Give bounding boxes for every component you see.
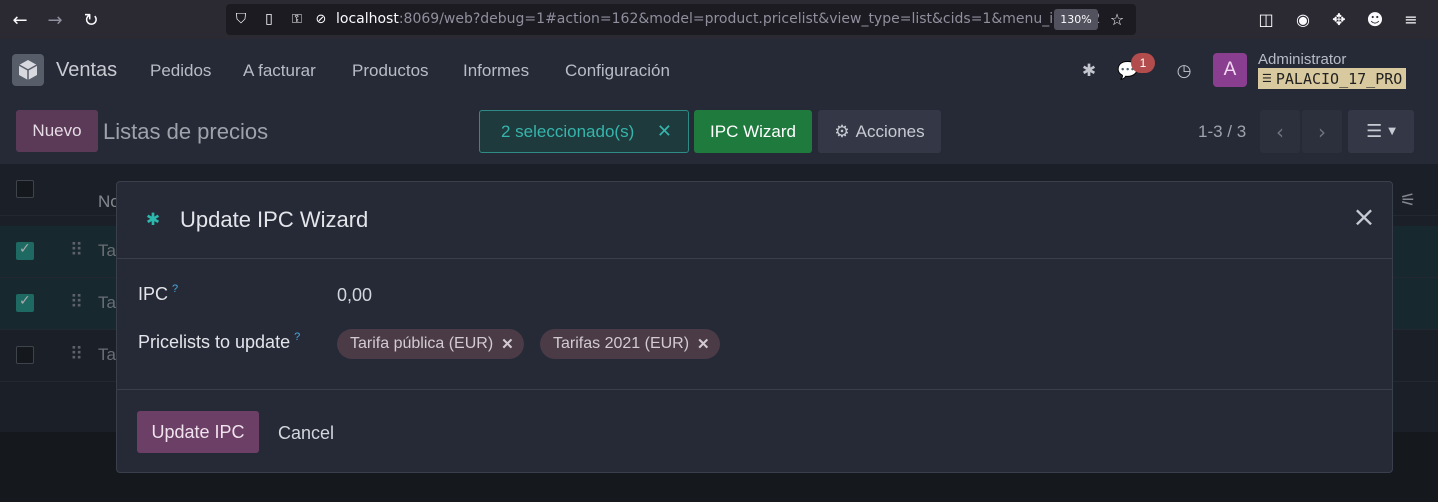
browser-toolbar: ← → ↻ ⛉ ▯ ⚿ ⊘ localhost:8069/web?debug=1… [0, 0, 1438, 39]
menu-a-facturar[interactable]: A facturar [243, 61, 316, 81]
permissions-icon[interactable]: ⚿ [286, 8, 308, 30]
selection-label: 2 seleccionado(s) [501, 121, 635, 141]
ipc-field-label: IPC? [138, 283, 178, 305]
pocket-icon[interactable]: ◫ [1255, 8, 1277, 30]
update-ipc-dialog: ✱ Update IPC Wizard × IPC? 0,00 Pricelis… [116, 181, 1393, 473]
bookmark-star-icon[interactable]: ☆ [1106, 8, 1128, 30]
sales-app-icon[interactable] [12, 54, 44, 86]
pager-previous-icon[interactable]: ‹ [1260, 110, 1300, 153]
gear-icon: ⚙ [834, 121, 850, 141]
page-icon[interactable]: ▯ [258, 8, 280, 30]
tag-label: Tarifa pública (EUR) [350, 335, 494, 352]
extensions-icon[interactable]: ✥ [1328, 8, 1350, 30]
pricelists-field-label: Pricelists to update? [138, 331, 300, 353]
odoo-navbar: Ventas Pedidos A facturar Productos Info… [0, 39, 1438, 102]
new-button[interactable]: Nuevo [16, 110, 98, 152]
menu-informes[interactable]: Informes [463, 61, 529, 81]
shield-icon[interactable]: ⛉ [230, 8, 252, 30]
dialog-header: ✱ Update IPC Wizard × [117, 182, 1392, 259]
cancel-button[interactable]: Cancel [278, 423, 334, 444]
reload-icon[interactable]: ↻ [79, 8, 103, 32]
dropdown-caret-icon: ▼ [1388, 126, 1396, 137]
user-avatar[interactable]: A [1213, 53, 1247, 87]
tracking-icon[interactable]: ⊘ [310, 8, 332, 30]
pricelists-label-text: Pricelists to update [138, 332, 291, 352]
help-tooltip-icon[interactable]: ? [172, 283, 178, 295]
pricelist-tag: Tarifa pública (EUR) ✕ [337, 329, 524, 359]
tag-label: Tarifas 2021 (EUR) [553, 335, 690, 352]
zoom-level-badge[interactable]: 130% [1054, 9, 1098, 30]
database-icon: ☰ [1262, 72, 1272, 85]
remove-tag-icon[interactable]: ✕ [697, 335, 710, 353]
user-name[interactable]: Administrator [1258, 51, 1346, 68]
address-bar[interactable]: ⛉ ▯ ⚿ ⊘ localhost:8069/web?debug=1#actio… [226, 4, 1136, 35]
app-name[interactable]: Ventas [56, 59, 117, 82]
actions-button[interactable]: ⚙ Acciones [818, 110, 941, 153]
menu-productos[interactable]: Productos [352, 61, 429, 81]
forward-arrow-icon[interactable]: → [43, 8, 67, 32]
ipc-value-input[interactable]: 0,00 [337, 285, 372, 306]
url-path: :8069/web?debug=1#action=162&model=produ… [398, 11, 1101, 27]
url-text: localhost:8069/web?debug=1#action=162&mo… [336, 11, 1100, 27]
ipc-wizard-button[interactable]: IPC Wizard [694, 110, 812, 153]
control-panel: Nuevo Listas de precios 2 seleccionado(s… [0, 102, 1438, 164]
ipc-label-text: IPC [138, 284, 169, 304]
menu-configuracion[interactable]: Configuración [565, 61, 670, 81]
dialog-title: Update IPC Wizard [180, 207, 369, 232]
selection-badge[interactable]: 2 seleccionado(s) ✕ [479, 110, 689, 153]
pricelist-tag: Tarifas 2021 (EUR) ✕ [540, 329, 720, 359]
menu-pedidos[interactable]: Pedidos [150, 61, 211, 81]
url-host: localhost [336, 11, 399, 27]
page-title: Listas de precios [103, 119, 269, 144]
database-badge: ☰ PALACIO_17_PRO [1258, 68, 1407, 89]
debug-bug-icon[interactable]: ✱ [1077, 59, 1101, 83]
back-arrow-icon[interactable]: ← [8, 8, 32, 32]
help-tooltip-icon[interactable]: ? [294, 331, 300, 343]
view-switcher[interactable]: ☰ ▼ [1348, 110, 1414, 153]
dialog-footer: Update IPC Cancel [117, 389, 1392, 473]
pager-next-icon[interactable]: › [1302, 110, 1342, 153]
remove-tag-icon[interactable]: ✕ [501, 335, 514, 353]
monkey-icon[interactable]: ☻ [1364, 8, 1386, 30]
database-name: PALACIO_17_PRO [1275, 69, 1403, 88]
hamburger-menu-icon[interactable]: ≡ [1400, 8, 1422, 30]
actions-label: Acciones [855, 121, 925, 141]
clear-selection-icon[interactable]: ✕ [657, 121, 672, 142]
activity-clock-icon[interactable]: ◷ [1172, 59, 1196, 83]
list-view-icon: ☰ [1366, 121, 1383, 142]
close-icon[interactable]: × [1351, 203, 1377, 231]
pager-value[interactable]: 1-3 / 3 [1198, 122, 1246, 142]
debug-bug-icon[interactable]: ✱ [143, 210, 163, 230]
update-ipc-button[interactable]: Update IPC [137, 411, 259, 453]
message-count-badge: 1 [1131, 53, 1155, 73]
account-icon[interactable]: ◉ [1292, 8, 1314, 30]
